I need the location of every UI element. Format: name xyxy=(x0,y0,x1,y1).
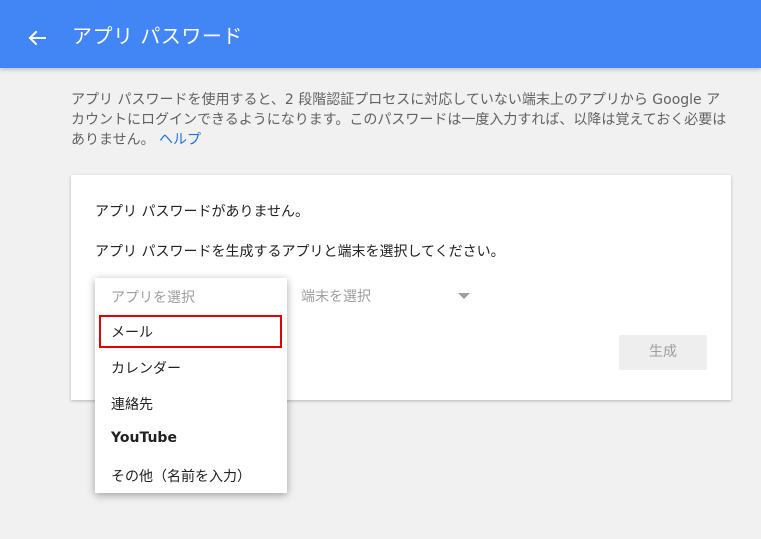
option-label: 連絡先 xyxy=(111,397,153,413)
device-select-placeholder: 端末を選択 xyxy=(301,289,371,305)
option-calendar[interactable]: カレンダー xyxy=(95,350,287,386)
option-other[interactable]: その他（名前を入力） xyxy=(95,458,287,494)
generate-button[interactable]: 生成 xyxy=(619,335,707,370)
app-select-dropdown[interactable]: アプリを選択 メール カレンダー 連絡先 YouTube その他（名前を入力） xyxy=(95,278,287,493)
no-passwords-text: アプリ パスワードがありません。 xyxy=(95,204,310,220)
option-contacts[interactable]: 連絡先 xyxy=(95,386,287,422)
option-label: その他（名前を入力） xyxy=(111,469,251,485)
top-app-bar: アプリ パスワード xyxy=(0,0,761,68)
option-mail[interactable]: メール xyxy=(95,314,287,350)
option-youtube[interactable]: YouTube xyxy=(95,422,287,458)
page-title: アプリ パスワード xyxy=(72,24,243,48)
app-select-placeholder: アプリを選択 xyxy=(111,290,195,306)
back-button[interactable] xyxy=(22,22,54,54)
option-label: YouTube xyxy=(111,430,177,446)
device-select[interactable]: 端末を選択 xyxy=(301,279,481,311)
intro-text-block: アプリ パスワードを使用すると、2 段階認証プロセスに対応していない端末上のアプ… xyxy=(71,90,731,150)
option-label: カレンダー xyxy=(111,361,181,377)
instruction-text: アプリ パスワードを生成するアプリと端末を選択してください。 xyxy=(95,244,505,260)
help-link[interactable]: ヘルプ xyxy=(159,132,201,148)
arrow-back-icon xyxy=(28,30,46,46)
dropdown-caret-icon xyxy=(458,293,470,299)
option-label: メール xyxy=(111,325,153,341)
